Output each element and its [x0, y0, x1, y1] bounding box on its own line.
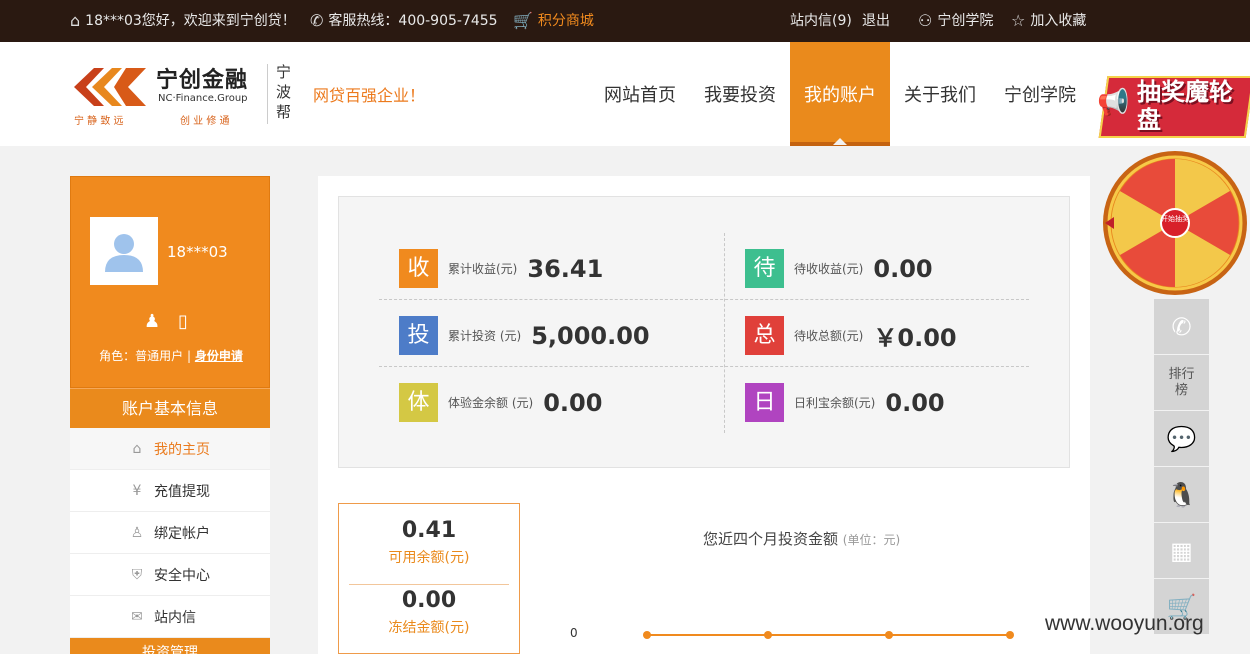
- stat-badge: 收: [399, 249, 438, 288]
- ranking-button[interactable]: 排行 榜: [1154, 355, 1209, 410]
- stat-trial-balance: 体 体验金余额 (元) 0.00: [399, 383, 602, 422]
- balance-box: 0.41 可用余额(元) 0.00 冻结金额(元): [338, 503, 520, 654]
- lottery-banner[interactable]: 📢 抽奖魔轮盘: [1097, 68, 1250, 146]
- stat-badge: 体: [399, 383, 438, 422]
- stat-badge: 日: [745, 383, 784, 422]
- chart-title: 您近四个月投资金额 (单位：元): [703, 530, 901, 548]
- data-point[interactable]: [643, 631, 651, 639]
- home-icon: ⌂: [70, 11, 81, 30]
- home-icon: ⌂: [132, 440, 142, 457]
- sidebar-item-home[interactable]: ⌂ 我的主页: [70, 428, 270, 470]
- star-icon: ☆: [1011, 11, 1026, 30]
- id-apply-link[interactable]: 身份申请: [195, 349, 243, 363]
- calculator-button[interactable]: ▦: [1154, 523, 1209, 578]
- mail-icon: ✉: [131, 608, 143, 625]
- lottery-wheel[interactable]: 开始抽奖: [1102, 150, 1248, 296]
- stat-total-invest: 投 累计投资 (元) 5,000.00: [399, 316, 650, 355]
- nav-active-pointer: [833, 138, 847, 145]
- sidebar-item-bind[interactable]: ♙ 绑定帐户: [70, 512, 270, 554]
- greeting: ⌂ 18***03您好，欢迎来到宁创贷！: [70, 0, 296, 42]
- stat-pending-earnings: 待 待收收益(元) 0.00: [745, 249, 933, 288]
- stat-daily-balance: 日 日利宝余额(元) 0.00: [745, 383, 945, 422]
- header: 宁创金融 NC·Finance.Group 宁 静 致 远 创 业 修 通 宁波…: [0, 42, 1250, 146]
- nav-about[interactable]: 关于我们: [900, 42, 980, 146]
- calculator-icon: ▦: [1170, 536, 1193, 565]
- invest-chart: 0: [570, 626, 1014, 640]
- stat-badge: 总: [745, 316, 784, 355]
- y-tick-label: 0: [570, 626, 578, 640]
- nav-home[interactable]: 网站首页: [600, 42, 680, 146]
- account-sidebar: 18***03 ♟ ▯ 角色：普通用户 | 身份申请 账户基本信息 ⌂ 我的主页 …: [70, 176, 270, 654]
- shield-icon: ⛨: [131, 566, 143, 583]
- top-bar: ⌂ 18***03您好，欢迎来到宁创贷！ ✆ 客服热线：400-905-7455…: [0, 0, 1250, 42]
- qq-icon: 🐧: [1166, 480, 1197, 509]
- money-icon: ¥: [132, 482, 142, 499]
- logout-link[interactable]: 退出: [862, 0, 890, 42]
- messages-link[interactable]: 站内信(9): [790, 0, 852, 42]
- sidebar-item-messages[interactable]: ✉ 站内信: [70, 596, 270, 638]
- stat-badge: 待: [745, 249, 784, 288]
- sidebar-section-invest[interactable]: 投资管理: [70, 638, 270, 654]
- right-float-bar: ✆ 排行 榜 💬 🐧 ▦ 🛒: [1154, 299, 1209, 654]
- logo-mark-icon: [74, 68, 146, 106]
- data-point[interactable]: [885, 631, 893, 639]
- nav-my-account[interactable]: 我的账户: [790, 42, 890, 146]
- profile-card: 18***03 ♟ ▯ 角色：普通用户 | 身份申请: [70, 176, 270, 388]
- user-verified-icon[interactable]: ♟: [144, 311, 160, 332]
- nav-academy[interactable]: 宁创学院: [1000, 42, 1080, 146]
- main-panel: 收 累计收益(元) 36.41 待 待收收益(元) 0.00 投 累计投资 (元…: [318, 176, 1090, 654]
- qq-button[interactable]: 🐧: [1154, 467, 1209, 522]
- sidebar-item-security[interactable]: ⛨ 安全中心: [70, 554, 270, 596]
- users-icon: ⚇: [918, 11, 933, 30]
- data-point[interactable]: [1006, 631, 1014, 639]
- stat-pending-total: 总 待收总额(元) ￥0.00: [745, 316, 957, 355]
- sidebar-menu: ⌂ 我的主页 ¥ 充值提现 ♙ 绑定帐户 ⛨ 安全中心 ✉ 站内信: [70, 428, 270, 638]
- phone-icon: ✆: [1171, 312, 1192, 341]
- role-line: 角色：普通用户 | 身份申请: [99, 349, 243, 363]
- username: 18***03: [167, 243, 228, 261]
- slogan: 网贷百强企业！: [313, 86, 426, 105]
- logo[interactable]: 宁创金融 NC·Finance.Group 宁 静 致 远 创 业 修 通 宁波…: [70, 62, 300, 128]
- stat-badge: 投: [399, 316, 438, 355]
- hotline: ✆ 客服热线：400-905-7455: [310, 0, 498, 42]
- sidebar-item-recharge[interactable]: ¥ 充值提现: [70, 470, 270, 512]
- wechat-button[interactable]: 💬: [1154, 411, 1209, 466]
- academy-link[interactable]: ⚇ 宁创学院: [918, 0, 993, 42]
- points-mall-link[interactable]: 🛒 积分商城: [513, 0, 594, 42]
- watermark: www.wooyun.org: [1045, 612, 1204, 635]
- phone-icon: ✆: [310, 11, 324, 30]
- avatar[interactable]: [90, 217, 158, 285]
- nav-invest[interactable]: 我要投资: [700, 42, 780, 146]
- favorite-link[interactable]: ☆ 加入收藏: [1011, 0, 1086, 42]
- wechat-icon: 💬: [1166, 424, 1197, 453]
- stats-panel: 收 累计收益(元) 36.41 待 待收收益(元) 0.00 投 累计投资 (元…: [338, 196, 1070, 468]
- svg-text:开始抽奖: 开始抽奖: [1161, 214, 1189, 223]
- data-point[interactable]: [764, 631, 772, 639]
- cart-icon: 🛒: [513, 11, 533, 30]
- stat-total-earnings: 收 累计收益(元) 36.41: [399, 249, 603, 288]
- user-avatar-icon: [105, 234, 143, 272]
- section-title: 账户基本信息: [70, 388, 270, 428]
- user-add-icon: ♙: [130, 524, 144, 541]
- available-balance: 0.41 可用余额(元): [388, 518, 470, 566]
- phone-button[interactable]: ✆: [1154, 299, 1209, 354]
- frozen-balance: 0.00 冻结金额(元): [388, 588, 470, 636]
- megaphone-icon: 📢: [1097, 88, 1130, 118]
- mobile-verified-icon[interactable]: ▯: [178, 311, 188, 332]
